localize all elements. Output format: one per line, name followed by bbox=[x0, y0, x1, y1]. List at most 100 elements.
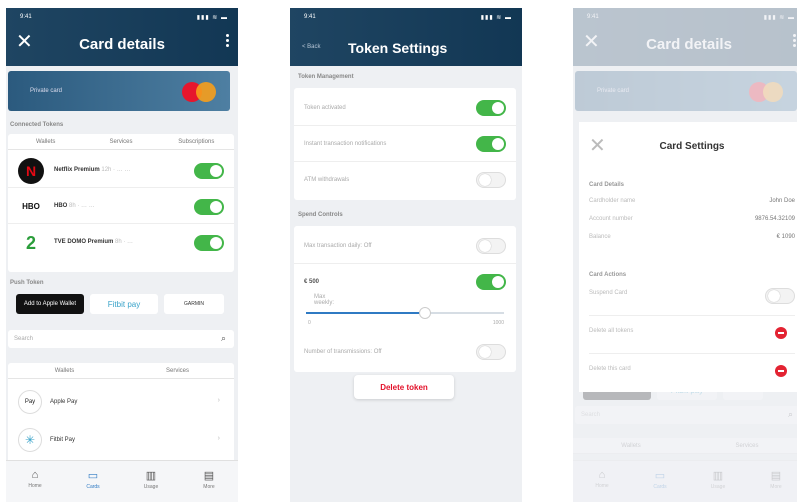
detail-key: Balance bbox=[589, 234, 611, 240]
list-item[interactable]: ✳ Fitbit Pay › bbox=[8, 423, 234, 457]
setting-label: ATM withdrawals bbox=[304, 177, 350, 183]
status-icons: ▮▮▮ ≋ ▬ bbox=[763, 15, 795, 21]
delete-token-button[interactable]: Delete token bbox=[354, 375, 454, 399]
slider-fill bbox=[306, 312, 425, 314]
card-details-screen: 9:41 ▮▮▮ ≋ ▬ ✕ Card details Private card … bbox=[6, 8, 238, 502]
card-icon: ▭ bbox=[87, 470, 99, 482]
tab-services: Services bbox=[689, 439, 797, 454]
home-icon: ⌂ bbox=[31, 469, 39, 481]
mastercard-logo-icon bbox=[749, 82, 783, 102]
section-title-spend: Spend Controls bbox=[298, 212, 343, 218]
fitbit-pay-button[interactable]: Fitbit pay bbox=[90, 294, 158, 314]
header: 9:41 ▮▮▮ ≋ ▬ ✕ Card details bbox=[573, 8, 797, 66]
back-button[interactable]: < Back bbox=[302, 44, 321, 50]
search-input[interactable]: Search ⌕ bbox=[8, 330, 234, 348]
status-icons: ▮▮▮ ≋ ▬ bbox=[196, 15, 228, 21]
setting-toggle[interactable] bbox=[476, 136, 506, 152]
action-row[interactable]: Suspend Card bbox=[589, 288, 795, 316]
list-item[interactable]: Pay Apple Pay › bbox=[8, 385, 234, 419]
token-settings-screen: 9:41 ▮▮▮ ≋ ▬ < Back Token Settings Token … bbox=[290, 8, 522, 502]
page-title: Card details bbox=[646, 36, 732, 53]
token-row[interactable]: N Netflix Premium 12h · … … bbox=[8, 154, 234, 188]
nav-label: Usage bbox=[710, 484, 726, 490]
limit-slider[interactable] bbox=[306, 307, 504, 319]
slider-handle[interactable] bbox=[418, 307, 431, 319]
token-toggle[interactable] bbox=[194, 163, 224, 179]
apple-pay-icon: Pay bbox=[18, 390, 42, 414]
nav-label: Home bbox=[595, 483, 609, 489]
nav-label: More bbox=[203, 484, 215, 490]
more-options-icon bbox=[791, 34, 797, 50]
nav-usage[interactable]: ▥ Usage bbox=[122, 461, 180, 502]
nav-more: ▤ More bbox=[747, 461, 797, 502]
setting-toggle[interactable] bbox=[476, 172, 506, 188]
tab-services[interactable]: Services bbox=[121, 364, 234, 379]
background-layer: 9:41 ▮▮▮ ≋ ▬ ✕ Card details Private card … bbox=[573, 8, 797, 502]
management-panel: Token activated Instant transaction noti… bbox=[294, 88, 516, 200]
card-banner[interactable]: Private card bbox=[8, 71, 230, 111]
section-title-connected: Connected Tokens bbox=[10, 122, 64, 128]
suspend-toggle[interactable] bbox=[765, 288, 795, 304]
nav-cards: ▭ Cards bbox=[631, 461, 689, 502]
token-name: Netflix Premium 12h · … … bbox=[54, 167, 131, 173]
status-time: 9:41 bbox=[587, 14, 599, 20]
token-toggle[interactable] bbox=[194, 199, 224, 215]
action-label: Suspend Card bbox=[589, 290, 628, 296]
token-toggle[interactable] bbox=[194, 235, 224, 251]
nav-more[interactable]: ▤ More bbox=[180, 461, 238, 502]
delete-card-icon[interactable] bbox=[775, 365, 787, 377]
header: 9:41 ▮▮▮ ≋ ▬ < Back Token Settings bbox=[290, 8, 522, 66]
search-input: Search ⌕ bbox=[575, 406, 797, 424]
setting-row: Max weekly: € 500 bbox=[294, 264, 516, 306]
setting-toggle[interactable] bbox=[476, 100, 506, 116]
token-name: TVE DOMO Premium 8h · … bbox=[54, 239, 134, 245]
token-name: HBO 8h · … … bbox=[54, 203, 95, 209]
tab-services[interactable]: Services bbox=[83, 135, 159, 150]
status-icons: ▮▮▮ ≋ ▬ bbox=[480, 15, 512, 21]
apple-wallet-button[interactable]: Add to Apple Wallet bbox=[16, 294, 84, 314]
menu-icon: ▤ bbox=[203, 470, 215, 482]
garmin-button[interactable]: GARMIN bbox=[164, 294, 224, 314]
action-row[interactable]: Delete this card bbox=[589, 366, 795, 372]
chart-icon: ▥ bbox=[712, 470, 724, 482]
action-row[interactable]: Delete all tokens bbox=[589, 328, 795, 354]
delete-tokens-icon[interactable] bbox=[775, 327, 787, 339]
section-title-push: Push Token bbox=[10, 280, 44, 286]
wallet-tabs: Wallets Services bbox=[573, 438, 797, 454]
card-banner: Private card bbox=[575, 71, 797, 111]
chevron-right-icon: › bbox=[217, 435, 220, 442]
status-bar: 9:41 ▮▮▮ ≋ ▬ bbox=[300, 14, 512, 24]
tab-wallets[interactable]: Wallets bbox=[8, 364, 121, 379]
search-icon[interactable]: ⌕ bbox=[221, 333, 226, 344]
token-row[interactable]: 2 TVE DOMO Premium 8h · … bbox=[8, 226, 234, 260]
card-settings-sheet: ✕ Card Settings Card Details Cardholder … bbox=[579, 122, 797, 392]
detail-row: Account number 9876.54.32109 bbox=[589, 216, 795, 222]
spend-panel: Max transaction daily: Off Max weekly: €… bbox=[294, 226, 516, 372]
setting-toggle[interactable] bbox=[476, 274, 506, 290]
setting-toggle[interactable] bbox=[476, 238, 506, 254]
setting-label: Instant transaction notifications bbox=[304, 141, 387, 147]
menu-icon: ▤ bbox=[770, 470, 782, 482]
nav-label: Cards bbox=[86, 484, 100, 490]
action-label: Delete this card bbox=[589, 366, 631, 372]
tab-wallets[interactable]: Wallets bbox=[8, 135, 84, 150]
sheet-title: Card Settings bbox=[659, 141, 725, 152]
detail-row: Balance € 1090 bbox=[589, 234, 795, 240]
search-icon: ⌕ bbox=[787, 409, 793, 419]
detail-value: John Doe bbox=[769, 198, 795, 204]
token-row[interactable]: HBO HBO 8h · … … bbox=[8, 190, 234, 224]
nav-label: More bbox=[770, 484, 782, 490]
tab-subscriptions[interactable]: Subscriptions bbox=[158, 135, 234, 150]
hbo-logo-icon: HBO bbox=[18, 194, 44, 220]
list-item-label: Fitbit Pay bbox=[50, 437, 76, 443]
nav-cards[interactable]: ▭ Cards bbox=[64, 461, 122, 502]
netflix-logo-icon: N bbox=[18, 158, 44, 184]
search-placeholder: Search bbox=[14, 336, 34, 342]
section-title-actions: Card Actions bbox=[589, 272, 627, 278]
setting-row: ATM withdrawals bbox=[294, 162, 516, 198]
setting-toggle[interactable] bbox=[476, 344, 506, 360]
more-options-icon[interactable] bbox=[224, 34, 230, 50]
nav-home[interactable]: ⌂ Home bbox=[6, 461, 64, 502]
status-bar: 9:41 ▮▮▮ ≋ ▬ bbox=[16, 14, 228, 24]
setting-row: Max transaction daily: Off bbox=[294, 228, 516, 264]
